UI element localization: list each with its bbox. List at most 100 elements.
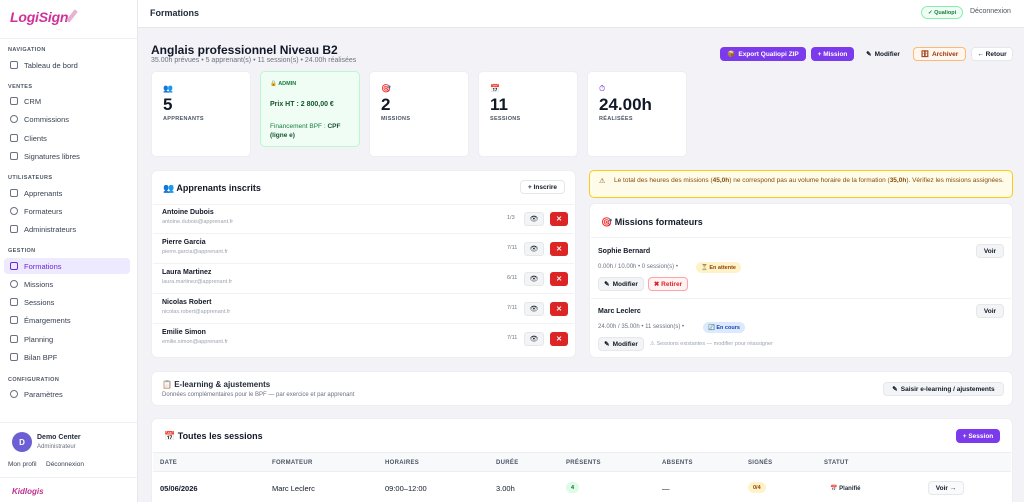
sidebar-item-sessions[interactable]: Sessions xyxy=(4,294,130,310)
sidebar-item-commissions[interactable]: Commissions xyxy=(4,111,130,127)
remove-apprenant-button[interactable]: ✕ xyxy=(550,212,568,226)
calendar-icon xyxy=(10,335,18,343)
gear-icon xyxy=(10,390,18,398)
apprenant-email: pierre.garcia@apprenant.fr xyxy=(162,249,228,255)
eye-icon[interactable]: 👁 xyxy=(524,242,544,256)
sidebar-item-crm[interactable]: CRM xyxy=(4,93,130,109)
sidebar-item-bilan[interactable]: Bilan BPF xyxy=(4,349,130,365)
users-icon: 👥 xyxy=(163,84,173,93)
cell-date: 05/06/2026 xyxy=(160,484,198,493)
building-icon xyxy=(10,134,18,142)
cell-duree: 3.00h xyxy=(496,484,515,493)
apprenant-email: antoine.dubois@apprenant.fr xyxy=(162,219,234,225)
remove-apprenant-button[interactable]: ✕ xyxy=(550,242,568,256)
logout-link[interactable]: Déconnexion xyxy=(970,8,1011,15)
warning-text: ). Vérifiez les missions assignées. xyxy=(906,177,1004,184)
eye-icon[interactable]: 👁 xyxy=(524,332,544,346)
divider xyxy=(591,298,1011,299)
admin-price: Prix HT : 2 800,00 € xyxy=(270,101,334,108)
apprenant-email: nicolas.robert@apprenant.fr xyxy=(162,309,231,315)
attendance-ratio: 6/11 xyxy=(507,275,518,281)
cell-formateur: Marc Leclerc xyxy=(272,484,315,493)
add-mission-button[interactable]: + Mission xyxy=(811,47,854,61)
page-title: Formations xyxy=(150,8,200,18)
logo-tagline: ........ xyxy=(56,27,63,31)
cell-statut: 📅 Planifié xyxy=(830,485,861,492)
cell-absents: — xyxy=(662,484,670,493)
remove-apprenant-button[interactable]: ✕ xyxy=(550,302,568,316)
price-value: 2 800,00 € xyxy=(300,101,334,108)
card-title-text: Missions formateurs xyxy=(614,217,703,227)
mission-detail: 24.00h / 35.00h • 11 session(s) • xyxy=(598,324,685,330)
admin-card: 🔒 ADMIN Prix HT : 2 800,00 € Financement… xyxy=(260,71,360,147)
modify-formation-button[interactable]: ✎ Modifier xyxy=(860,47,906,61)
back-button[interactable]: ← Retour xyxy=(971,47,1013,61)
col-header-presents: PRÉSENTS xyxy=(566,460,601,466)
target-icon: 🎯 xyxy=(601,217,613,227)
sidebar-item-apprenants[interactable]: Apprenants xyxy=(4,185,130,201)
modify-mission-button[interactable]: ✎ Modifier xyxy=(598,337,644,351)
sidebar-item-formations[interactable]: Formations xyxy=(4,258,130,274)
warning-text: ) ne correspond pas au volume horaire de… xyxy=(729,177,890,184)
modify-mission-button[interactable]: ✎ Modifier xyxy=(598,277,644,291)
stat-value: 5 xyxy=(163,95,173,114)
sidebar-item-clients[interactable]: Clients xyxy=(4,130,130,146)
remove-mission-button[interactable]: ✖ Retirer xyxy=(648,277,688,291)
sidebar-item-emargements[interactable]: Émargements xyxy=(4,312,130,328)
calendar-icon: 📅 xyxy=(490,84,500,93)
key-icon xyxy=(10,225,18,233)
warning-missions-hours: 45,0h xyxy=(712,177,730,184)
sidebar-item-formateurs[interactable]: Formateurs xyxy=(4,203,130,219)
eye-icon[interactable]: 👁 xyxy=(524,272,544,286)
sidebar-item-label: Formations xyxy=(24,261,62,271)
nav-section-gestion: GESTION xyxy=(8,248,36,254)
sidebar-item-label: Apprenants xyxy=(24,188,63,198)
admin-financement: Financement BPF : CPF (ligne e) xyxy=(270,123,356,141)
sidebar-item-administrateurs[interactable]: Administrateurs xyxy=(4,221,130,237)
target-icon: 🎯 xyxy=(381,84,391,93)
mission-formateur-name: Sophie Bernard xyxy=(598,248,651,255)
status-badge: ⏳ En attente xyxy=(696,262,741,273)
elearning-subtitle: Données complémentaires pour le BPF — pa… xyxy=(162,392,355,398)
inscrire-button[interactable]: + Inscrire xyxy=(520,180,565,194)
view-mission-button[interactable]: Voir xyxy=(976,244,1004,258)
pen-icon: ✎ xyxy=(866,51,872,58)
report-icon xyxy=(10,353,18,361)
archive-icon: 🗄 xyxy=(920,51,929,58)
profile-link[interactable]: Mon profil xyxy=(8,461,37,468)
avatar: D xyxy=(12,432,32,452)
sidebar-item-parametres[interactable]: Paramètres xyxy=(4,386,130,402)
remove-apprenant-button[interactable]: ✕ xyxy=(550,332,568,346)
pen-icon: ✎ xyxy=(892,386,898,393)
apprenant-name: Emilie Simon xyxy=(162,329,206,336)
sidebar-item-label: Paramètres xyxy=(24,389,63,399)
saisir-elearning-button[interactable]: ✎ Saisir e-learning / ajustements xyxy=(883,382,1004,396)
col-header-duree: DURÉE xyxy=(496,460,519,466)
view-session-button[interactable]: Voir → xyxy=(928,481,964,495)
archive-button[interactable]: 🗄 Archiver xyxy=(913,47,966,61)
export-qualiopi-button[interactable]: 📦 Export Qualiopi ZIP xyxy=(720,47,806,61)
card-title-text: E-learning & ajustements xyxy=(174,380,271,389)
attendance-ratio: 7/11 xyxy=(507,335,518,341)
sidebar-item-signatures[interactable]: Signatures libres xyxy=(4,148,130,164)
view-mission-button[interactable]: Voir xyxy=(976,304,1004,318)
calendar-icon xyxy=(10,298,18,306)
sidebar-logout-link[interactable]: Déconnexion xyxy=(46,461,84,468)
mission-formateur-name: Marc Leclerc xyxy=(598,308,641,315)
sidebar-item-label: Formateurs xyxy=(24,206,63,216)
eye-icon[interactable]: 👁 xyxy=(524,212,544,226)
add-session-button[interactable]: + Session xyxy=(956,429,1000,443)
stat-card-realisees: ⏱ 24.00h RÉALISÉES xyxy=(587,71,687,157)
eye-icon[interactable]: 👁 xyxy=(524,302,544,316)
sidebar-item-missions[interactable]: Missions xyxy=(4,276,130,292)
sessions-note: ⚠ Sessions existantes — modifier pour ré… xyxy=(650,341,773,347)
card-title-text: Apprenants inscrits xyxy=(176,183,261,193)
warning-icon: ⚠ xyxy=(599,178,606,185)
app-logo[interactable]: LogiSign xyxy=(10,9,68,25)
sidebar-item-planning[interactable]: Planning xyxy=(4,331,130,347)
sidebar-item-dashboard[interactable]: Tableau de bord xyxy=(4,57,130,73)
card-title-text: Toutes les sessions xyxy=(177,431,263,441)
divider xyxy=(153,204,574,205)
divider xyxy=(153,233,574,234)
remove-apprenant-button[interactable]: ✕ xyxy=(550,272,568,286)
